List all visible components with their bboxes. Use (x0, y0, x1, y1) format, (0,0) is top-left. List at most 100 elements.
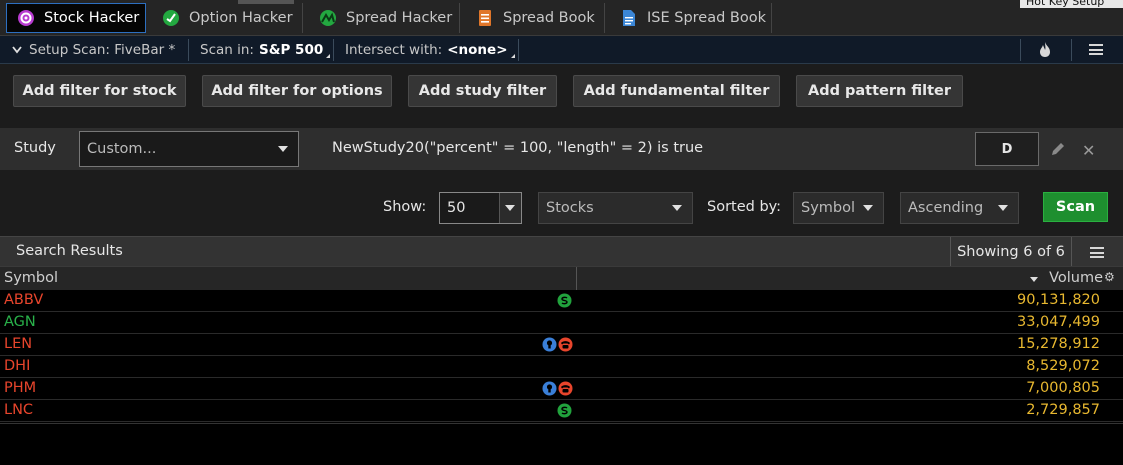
earnings-bulb-icon[interactable] (542, 381, 557, 396)
chevron-down-icon (863, 205, 873, 211)
menu-icon[interactable] (1090, 247, 1104, 258)
tab-bar: Stock Hacker Option Hacker Spread Hacker… (0, 0, 1123, 36)
gear-icon[interactable]: ⚙ (1104, 270, 1115, 284)
option-hacker-icon (163, 10, 179, 26)
setup-scan-label: Setup Scan: FiveBar * (29, 42, 176, 58)
scan-in-value: S&P 500 (258, 42, 324, 58)
row-symbol[interactable]: LEN (4, 336, 32, 352)
sort-field-select[interactable]: Symbol (793, 192, 884, 224)
tab-label: Stock Hacker (44, 10, 140, 26)
scan-in-label: Scan in: (200, 42, 254, 58)
study-select[interactable]: Custom... (79, 131, 299, 167)
intersect-value: <none> (447, 42, 508, 58)
spin-button[interactable] (499, 193, 521, 223)
chevron-down-icon (672, 205, 682, 211)
tab-ise-spread-book[interactable]: ISE Spread Book (610, 3, 772, 33)
results-table: ABBV 90,131,820 AGN 33,047,499 LEN 15,278,912… (0, 290, 1123, 422)
chevron-down-icon (12, 46, 22, 54)
row-volume: 7,000,805 (1026, 380, 1100, 396)
study-label: Study (14, 140, 56, 156)
divider (1020, 39, 1021, 61)
results-header: Search Results Showing 6 of 6 (0, 236, 1123, 267)
flame-icon[interactable] (1038, 41, 1052, 58)
intersect-dropdown[interactable]: Intersect with: <none> (345, 36, 515, 64)
spread-hacker-icon (320, 10, 336, 26)
row-event-icons (557, 293, 572, 308)
close-icon[interactable]: ✕ (1082, 141, 1095, 160)
sort-field-value: Symbol (801, 200, 856, 216)
table-row[interactable]: LNC 2,729,857 (0, 400, 1123, 422)
tab-spread-hacker[interactable]: Spread Hacker (309, 3, 460, 33)
table-row[interactable]: AGN 33,047,499 (0, 312, 1123, 334)
row-volume: 33,047,499 (1016, 314, 1100, 330)
divider (1071, 39, 1072, 61)
tab-stock-hacker[interactable]: Stock Hacker (6, 3, 146, 33)
aggregation-button[interactable]: D (975, 132, 1039, 166)
tab-option-hacker[interactable]: Option Hacker (152, 3, 303, 33)
intersect-label: Intersect with: (345, 42, 443, 58)
row-symbol[interactable]: PHM (4, 380, 36, 396)
tab-label: Spread Book (503, 10, 595, 26)
table-row[interactable]: ABBV 90,131,820 (0, 290, 1123, 312)
row-event-icons (542, 337, 573, 352)
divider (188, 39, 189, 61)
pencil-icon[interactable] (1049, 140, 1067, 158)
earnings-bulb-icon[interactable] (542, 337, 557, 352)
column-header: Symbol Volume ⚙ (0, 266, 1123, 291)
sort-order-value: Ascending (908, 200, 984, 216)
row-symbol[interactable]: AGN (4, 314, 36, 330)
sort-order-select[interactable]: Ascending (900, 192, 1019, 224)
add-study-filter-button[interactable]: Add study filter (408, 75, 557, 107)
divider (333, 39, 334, 61)
menu-icon[interactable] (1089, 44, 1103, 55)
add-pattern-filter-button[interactable]: Add pattern filter (796, 75, 963, 107)
spread-book-icon (479, 10, 491, 26)
hot-key-setup[interactable]: Hot Key Setup (1020, 0, 1123, 8)
scan-button[interactable]: Scan (1043, 192, 1108, 222)
study-filter-row: Study Custom... NewStudy20("percent" = 1… (0, 128, 1123, 170)
row-symbol[interactable]: ABBV (4, 292, 43, 308)
row-event-icons (542, 381, 573, 396)
show-count-value: 50 (447, 200, 466, 216)
row-event-icons (557, 403, 572, 418)
dividend-icon[interactable] (557, 293, 572, 308)
row-symbol[interactable]: DHI (4, 358, 30, 374)
table-bottom-border (0, 423, 1123, 424)
conference-call-icon[interactable] (558, 337, 573, 352)
dividend-icon[interactable] (557, 403, 572, 418)
chevron-down-icon (998, 205, 1008, 211)
security-type-select[interactable]: Stocks (538, 192, 693, 224)
stock-hacker-icon (18, 10, 34, 26)
table-row[interactable]: DHI 8,529,072 (0, 356, 1123, 378)
ise-spread-book-icon (623, 10, 635, 26)
tab-label: Option Hacker (189, 10, 293, 26)
column-volume[interactable]: Volume (1049, 270, 1103, 286)
chevron-down-icon (278, 146, 288, 152)
column-symbol[interactable]: Symbol (4, 270, 58, 286)
row-volume: 2,729,857 (1026, 402, 1100, 418)
tab-label: Spread Hacker (346, 10, 453, 26)
divider (518, 39, 519, 61)
row-volume: 15,278,912 (1016, 336, 1100, 352)
row-symbol[interactable]: LNC (4, 402, 33, 418)
add-filter-options-button[interactable]: Add filter for options (202, 75, 392, 107)
tab-spread-book[interactable]: Spread Book (466, 3, 605, 33)
add-fundamental-filter-button[interactable]: Add fundamental filter (573, 75, 780, 107)
study-expression: NewStudy20("percent" = 100, "length" = 2… (332, 140, 704, 156)
table-row[interactable]: PHM 7,000,805 (0, 378, 1123, 400)
chevron-down-icon (505, 205, 515, 211)
column-divider[interactable] (576, 267, 577, 291)
show-count-select[interactable]: 50 (439, 192, 522, 224)
dropdown-corner-icon (326, 54, 331, 58)
sorted-by-label: Sorted by: (707, 199, 782, 215)
conference-call-icon[interactable] (558, 381, 573, 396)
results-title: Search Results (16, 243, 123, 259)
scan-options-row: Show: 50 Stocks Sorted by: Symbol Ascend… (0, 170, 1123, 236)
setup-bar: Setup Scan: FiveBar * Scan in: S&P 500 I… (0, 36, 1123, 64)
add-filter-stock-button[interactable]: Add filter for stock (13, 75, 186, 107)
scan-in-dropdown[interactable]: Scan in: S&P 500 (200, 36, 331, 64)
table-row[interactable]: LEN 15,278,912 (0, 334, 1123, 356)
setup-scan-dropdown[interactable]: Setup Scan: FiveBar * (12, 36, 175, 64)
filter-buttons-row: Add filter for stock Add filter for opti… (0, 64, 1123, 128)
sort-descending-icon (1030, 277, 1038, 282)
